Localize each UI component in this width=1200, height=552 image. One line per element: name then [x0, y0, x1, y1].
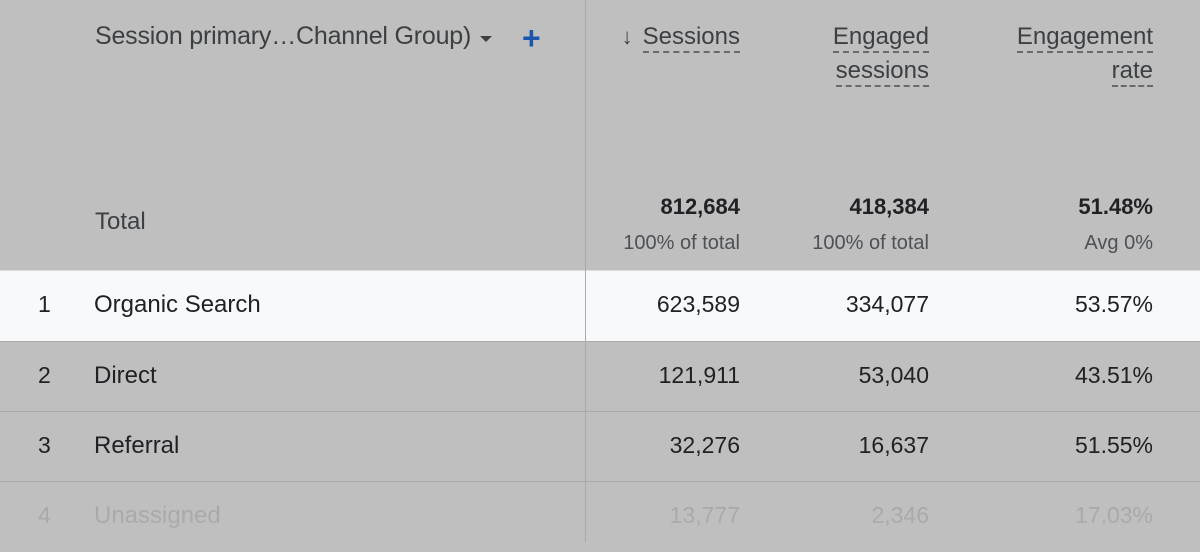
channel-report-table: Session primary…Channel Group) + ↓ Sessio… [0, 0, 1200, 542]
arrow-down-icon: ↓ [621, 24, 633, 49]
sessions-value: 121,911 [658, 362, 740, 388]
total-engaged-sessions: 418,384 100% of total [812, 194, 929, 254]
row-index: 1 [38, 291, 51, 317]
table-row[interactable]: 1 Organic Search 623,589 334,077 53.57% [0, 270, 1200, 341]
channel-name: Referral [94, 432, 180, 459]
table-row[interactable]: 2 Direct 121,911 53,040 43.51% [0, 341, 1200, 412]
dimension-selector[interactable]: Session primary…Channel Group) [95, 22, 471, 51]
plus-icon[interactable]: + [522, 22, 541, 54]
caret-down-icon[interactable] [480, 36, 492, 42]
row-index: 2 [38, 362, 51, 388]
total-engagement-rate: 51.48% Avg 0% [1078, 194, 1153, 254]
channel-name: Organic Search [94, 291, 261, 318]
column-divider [585, 0, 586, 542]
column-header-sessions[interactable]: ↓ Sessions [622, 20, 740, 54]
engagement-rate-value: 43.51% [1074, 362, 1153, 388]
sessions-value: 32,276 [669, 432, 740, 458]
column-header-engagement-rate[interactable]: Engagement rate [1016, 20, 1153, 88]
total-sessions: 812,684 100% of total [623, 194, 740, 254]
row-index: 3 [38, 432, 51, 458]
total-label: Total [95, 208, 146, 235]
engaged-sessions-value: 16,637 [858, 432, 929, 458]
table-row[interactable]: 3 Referral 32,276 16,637 51.55% [0, 411, 1200, 482]
engagement-rate-value: 53.57% [1074, 291, 1153, 317]
engaged-sessions-value: 334,077 [845, 291, 929, 317]
engaged-sessions-value: 53,040 [858, 362, 929, 388]
sessions-value: 623,589 [656, 291, 740, 317]
table-header: Session primary…Channel Group) + ↓ Sessio… [0, 0, 1200, 270]
channel-name: Direct [94, 362, 157, 389]
fade-overlay [0, 482, 1200, 542]
column-header-engaged-sessions[interactable]: Engaged sessions [832, 20, 929, 88]
engagement-rate-value: 51.55% [1074, 432, 1153, 458]
